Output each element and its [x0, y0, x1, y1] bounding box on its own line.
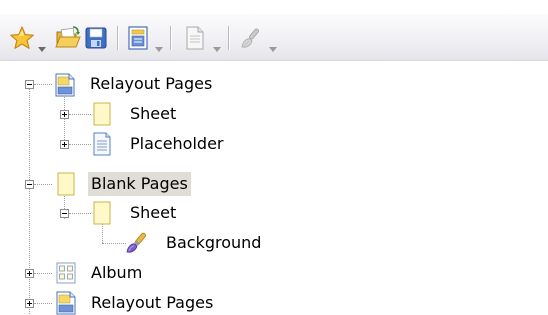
collapse-toggle[interactable]	[25, 180, 34, 189]
open-folder-icon	[55, 25, 81, 51]
page-button[interactable]	[183, 25, 207, 51]
collapse-toggle[interactable]	[60, 209, 69, 218]
chevron-down-icon	[213, 47, 221, 52]
expand-toggle[interactable]	[60, 140, 69, 149]
star-icon	[9, 25, 35, 51]
tree-connector	[69, 114, 91, 115]
tree-connector	[69, 213, 91, 214]
sheet-icon	[91, 201, 113, 225]
blank-page-icon	[55, 172, 77, 196]
expand-toggle[interactable]	[25, 299, 34, 308]
tree-node-label[interactable]: Background	[163, 231, 264, 255]
tree-connector	[29, 89, 30, 314]
background-dropdown-arrow[interactable]	[269, 37, 277, 52]
collapse-toggle[interactable]	[25, 80, 34, 89]
chevron-down-icon	[269, 47, 277, 52]
expand-toggle[interactable]	[60, 110, 69, 119]
relayout-page-icon	[55, 291, 77, 315]
save-disk-icon	[84, 25, 108, 51]
chevron-down-icon	[38, 47, 46, 52]
background-button[interactable]	[238, 25, 264, 51]
toolbar-separator	[117, 26, 118, 50]
tree-node-label[interactable]: Relayout Pages	[87, 72, 215, 96]
tree-connector	[34, 303, 52, 304]
tree-connector	[102, 243, 126, 244]
tree-node-label[interactable]: Blank Pages	[88, 172, 191, 196]
tree-node-label[interactable]: Album	[88, 261, 145, 285]
toolbar-separator	[228, 26, 229, 50]
toolbar	[0, 14, 548, 61]
page-dropdown-arrow[interactable]	[213, 37, 221, 52]
placeholder-page-icon	[91, 132, 113, 156]
tree-node-label[interactable]: Sheet	[127, 201, 179, 225]
paint-brush-icon	[238, 25, 264, 51]
page-layout-icon	[126, 25, 150, 51]
tree-connector	[34, 273, 52, 274]
page-layout-button[interactable]	[126, 25, 150, 51]
tree-node-label[interactable]: Sheet	[127, 102, 179, 126]
toolbar-separator	[170, 26, 171, 50]
relayout-page-icon	[54, 73, 76, 97]
album-grid-icon	[55, 261, 77, 285]
window-top-strip	[0, 0, 548, 14]
tree-node-label[interactable]: Placeholder	[127, 132, 227, 156]
tree-connector	[34, 184, 52, 185]
chevron-down-icon	[155, 47, 163, 52]
tree-connector	[102, 224, 103, 243]
favorites-button[interactable]	[9, 25, 35, 51]
favorites-dropdown-arrow[interactable]	[38, 37, 46, 52]
save-button[interactable]	[84, 25, 108, 51]
page-icon	[183, 25, 207, 51]
tree-node-label[interactable]: Relayout Pages	[88, 291, 216, 315]
tree-connector	[34, 84, 52, 85]
tree-connector	[69, 144, 91, 145]
open-button[interactable]	[55, 25, 81, 51]
page-layout-dropdown-arrow[interactable]	[155, 37, 163, 52]
page-tree: Relayout Pages Sheet Placeholder Blank P…	[0, 60, 548, 315]
sheet-icon	[91, 102, 113, 126]
paint-brush-icon	[124, 231, 150, 255]
expand-toggle[interactable]	[25, 269, 34, 278]
